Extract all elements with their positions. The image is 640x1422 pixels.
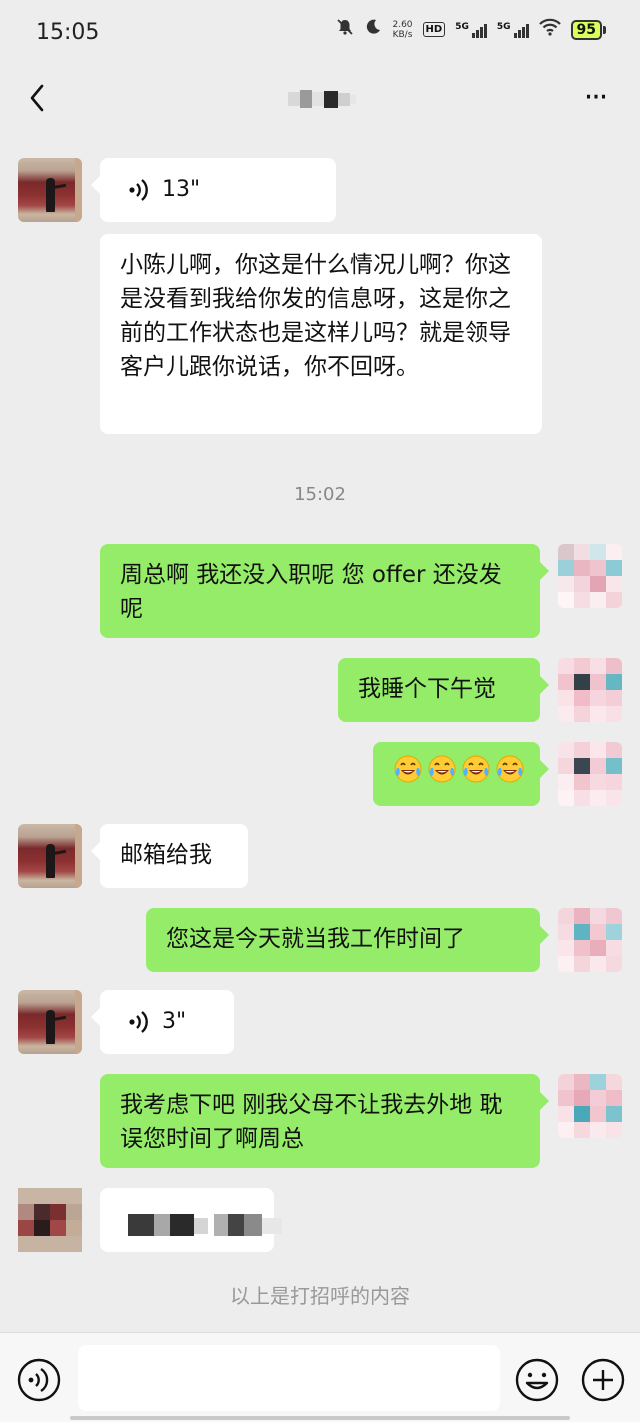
signal-icon-2: 5G	[497, 22, 529, 38]
emoji-row	[393, 754, 524, 794]
net-speed-unit: KB/s	[392, 29, 413, 40]
laugh-tears-emoji-icon	[427, 754, 457, 794]
home-indicator	[70, 1416, 570, 1420]
hd-badge: HD	[422, 22, 446, 37]
text-message-bubble[interactable]: 小陈儿啊，你这是什么情况儿啊？你这是没看到我给你发的信息呀，这是你之前的工作状态…	[100, 234, 542, 434]
nav-bar: ···	[0, 66, 640, 130]
smiley-icon[interactable]	[514, 1357, 560, 1403]
voice-message-bubble[interactable]: 13"	[91, 158, 336, 222]
battery-level: 95	[576, 21, 596, 38]
chevron-left-icon[interactable]	[24, 80, 54, 116]
message-text: 周总啊 我还没入职呢 您 offer 还没发呢	[120, 562, 502, 622]
net-speed: 2.60 KB/s	[392, 20, 412, 40]
voice-message-bubble[interactable]: 3"	[91, 990, 234, 1054]
message-text: 邮箱给我	[120, 842, 212, 868]
voice-duration: 13"	[162, 177, 201, 202]
laugh-tears-emoji-icon	[495, 754, 525, 794]
message-timestamp: 15:02	[294, 484, 346, 505]
mute-icon	[336, 18, 354, 41]
plus-circle-icon[interactable]	[580, 1357, 626, 1403]
laugh-tears-emoji-icon	[393, 754, 423, 794]
my-avatar[interactable]	[558, 1074, 622, 1138]
message-text: 您这是今天就当我工作时间了	[166, 926, 465, 952]
voice-wave-icon	[129, 179, 148, 201]
signal-label-1: 5G	[455, 21, 469, 32]
redacted-message	[18, 1188, 288, 1254]
voice-wave-icon	[129, 1011, 148, 1033]
message-input[interactable]	[78, 1345, 500, 1411]
message-text: 我考虑下吧 刚我父母不让我去外地 耽误您时间了啊周总	[120, 1092, 503, 1152]
message-text: 我睡个下午觉	[358, 676, 496, 702]
status-icons: 2.60 KB/s HD 5G 5G 95	[336, 18, 606, 41]
signal-icon-1: 5G	[455, 22, 487, 38]
text-message-bubble[interactable]: 周总啊 我还没入职呢 您 offer 还没发呢	[100, 544, 549, 638]
status-time: 15:05	[36, 20, 100, 45]
my-avatar[interactable]	[558, 742, 622, 806]
text-message-bubble[interactable]: 邮箱给我	[91, 824, 248, 888]
more-horizontal-icon[interactable]: ···	[578, 82, 612, 114]
text-message-bubble[interactable]: 您这是今天就当我工作时间了	[146, 908, 549, 972]
input-bar	[0, 1332, 640, 1422]
contact-avatar[interactable]	[18, 158, 82, 222]
text-message-bubble[interactable]: 我睡个下午觉	[338, 658, 549, 722]
system-note: 以上是打招呼的内容	[230, 1284, 410, 1308]
my-avatar[interactable]	[558, 658, 622, 722]
chat-screen: 15:05 2.60 KB/s HD 5G 5G 95 ··· 13" 小陈儿啊…	[0, 0, 640, 1422]
status-bar: 15:05 2.60 KB/s HD 5G 5G 95	[0, 0, 640, 66]
my-avatar[interactable]	[558, 908, 622, 972]
signal-label-2: 5G	[496, 21, 511, 32]
voice-input-icon[interactable]	[16, 1357, 62, 1403]
emoji-message-bubble[interactable]	[373, 742, 549, 806]
moon-icon	[364, 18, 382, 41]
contact-avatar[interactable]	[18, 990, 82, 1054]
battery-icon: 95	[570, 19, 606, 40]
message-text: 小陈儿啊，你这是什么情况儿啊？你这是没看到我给你发的信息呀，这是你之前的工作状态…	[120, 252, 511, 380]
net-speed-value: 2.60	[392, 19, 413, 30]
wifi-icon	[538, 18, 561, 41]
contact-name-redacted	[288, 88, 356, 110]
contact-avatar[interactable]	[18, 824, 82, 888]
laugh-tears-emoji-icon	[461, 754, 491, 794]
text-message-bubble[interactable]: 我考虑下吧 刚我父母不让我去外地 耽误您时间了啊周总	[100, 1074, 549, 1168]
my-avatar[interactable]	[558, 544, 622, 608]
voice-duration: 3"	[162, 1009, 187, 1034]
